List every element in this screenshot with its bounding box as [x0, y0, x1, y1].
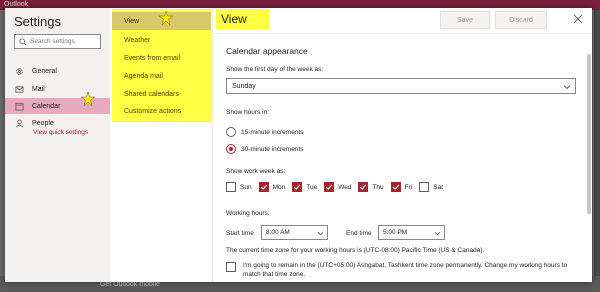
category-events-from-email[interactable]: Events from email — [112, 49, 211, 67]
radio-30-label: 30-minute increments — [241, 145, 304, 153]
checkmark-icon — [392, 184, 399, 190]
checkmark-icon — [260, 184, 267, 190]
checkmark-icon — [294, 184, 301, 190]
category-customize-actions[interactable]: Customize actions — [112, 102, 211, 120]
day-thu-checkbox[interactable] — [358, 182, 369, 192]
settings-nav: Settings General Mail Calendar People Vi… — [5, 8, 110, 282]
remain-time-zone-option[interactable]: I'm going to remain in the (UTC+05:00) A… — [226, 261, 573, 279]
radio-15-minute[interactable]: 15-minute increments — [226, 127, 304, 137]
category-shared-calendars[interactable]: Shared calendars — [112, 85, 211, 103]
nav-label-calendar: Calendar — [32, 102, 61, 110]
search-settings-input[interactable] — [30, 38, 98, 45]
settings-title: Settings — [14, 14, 61, 29]
working-hours-label: Working hours: — [226, 210, 270, 217]
day-mon-label: Mon — [272, 183, 286, 191]
discard-button[interactable]: Discard — [495, 11, 547, 29]
chevron-down-icon — [563, 85, 571, 90]
radio-30-minute[interactable]: 30-minute increments — [226, 144, 304, 154]
page-title: View — [216, 9, 269, 29]
remain-time-zone-checkbox[interactable] — [226, 262, 236, 272]
end-time-value: 5:00 PM — [383, 229, 408, 236]
search-icon — [19, 37, 27, 45]
category-agenda-mail[interactable]: Agenda mail — [112, 67, 211, 85]
background-right-strip — [594, 10, 600, 276]
day-sat-checkbox[interactable] — [419, 182, 430, 192]
day-tue-label: Tue — [306, 183, 318, 191]
work-week-label: Show work week as: — [226, 168, 286, 175]
cursor-sparkle-icon — [159, 11, 173, 25]
day-wed[interactable]: Wed — [324, 182, 351, 192]
first-day-value: Sunday — [232, 82, 256, 90]
day-sun-checkbox[interactable] — [226, 182, 236, 192]
search-settings-box[interactable] — [14, 34, 101, 49]
day-wed-checkbox[interactable] — [324, 182, 335, 192]
day-fri-label: Fri — [404, 183, 413, 191]
first-day-label: Show the first day of the week as: — [226, 66, 324, 73]
time-zone-info: The current time zone for your working h… — [226, 247, 485, 254]
show-hours-label: Show hours in: — [226, 109, 269, 116]
calendar-icon — [15, 102, 24, 111]
start-time-label: Start time — [226, 230, 254, 237]
vertical-scrollbar[interactable] — [587, 54, 591, 214]
day-wed-label: Wed — [338, 183, 352, 191]
get-outlook-mobile-link[interactable]: Get Outlook mobile — [100, 281, 160, 288]
category-weather[interactable]: Weather — [112, 31, 211, 49]
day-fri[interactable]: Fri — [390, 182, 413, 192]
mail-icon — [15, 85, 24, 93]
chevron-down-icon — [434, 231, 441, 236]
start-time-dropdown[interactable]: 8:00 AM — [261, 225, 328, 240]
view-quick-settings-link[interactable]: View quick settings — [33, 129, 88, 136]
work-week-days: Sun Mon Tue Wed Thu Fri Sat — [226, 182, 450, 192]
nav-label-people: People — [32, 119, 54, 127]
nav-item-general[interactable]: General — [5, 63, 110, 79]
cursor-sparkle-icon — [81, 92, 95, 106]
start-time-value: 8:00 AM — [266, 229, 290, 236]
outlook-brand: Outlook — [4, 1, 29, 8]
day-mon-checkbox[interactable] — [258, 182, 269, 192]
section-title-calendar-appearance: Calendar appearance — [226, 46, 308, 56]
radio-15-label: 15-minute increments — [241, 128, 304, 136]
gear-icon — [16, 67, 23, 75]
calendar-categories: View Weather Events from email Agenda ma… — [110, 8, 213, 282]
radio-30-circle[interactable] — [226, 144, 236, 154]
day-sat-label: Sat — [433, 183, 444, 191]
settings-scroll-area[interactable]: Calendar appearance Show the first day o… — [213, 34, 592, 282]
day-tue[interactable]: Tue — [292, 182, 317, 192]
close-icon[interactable] — [573, 14, 583, 24]
nav-label-mail: Mail — [32, 85, 45, 93]
view-settings-panel: View Save Discard Calendar appearance Sh… — [213, 8, 592, 282]
nav-label-general: General — [32, 67, 57, 75]
chevron-down-icon — [317, 231, 324, 236]
checkmark-icon — [360, 184, 367, 190]
day-sat[interactable]: Sat — [419, 182, 443, 192]
day-tue-checkbox[interactable] — [292, 182, 303, 192]
end-time-dropdown[interactable]: 5:00 PM — [378, 225, 445, 240]
day-mon[interactable]: Mon — [258, 182, 286, 192]
first-day-dropdown[interactable]: Sunday — [226, 78, 576, 94]
settings-dialog: Settings General Mail Calendar People Vi… — [5, 8, 592, 282]
day-sun[interactable]: Sun — [226, 182, 252, 192]
save-button[interactable]: Save — [440, 11, 490, 29]
day-sun-label: Sun — [240, 183, 252, 191]
remain-time-zone-label: I'm going to remain in the (UTC+05:00) A… — [243, 262, 568, 278]
radio-15-circle[interactable] — [226, 127, 236, 137]
day-thu[interactable]: Thu — [358, 182, 384, 192]
day-thu-label: Thu — [372, 183, 384, 191]
checkmark-icon — [326, 184, 333, 190]
day-fri-checkbox[interactable] — [390, 182, 401, 192]
person-icon — [16, 119, 23, 127]
end-time-label: End time — [346, 230, 372, 237]
